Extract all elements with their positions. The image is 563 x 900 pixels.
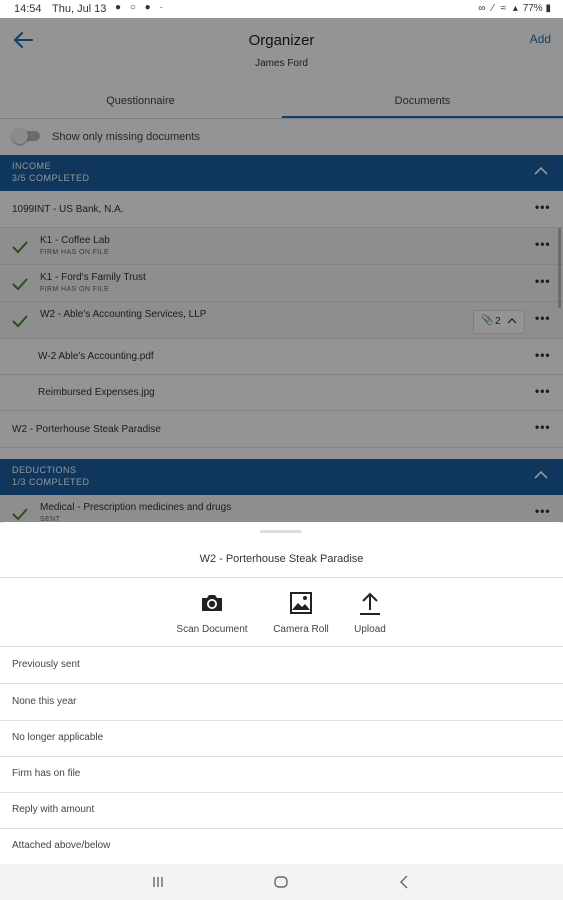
divider xyxy=(0,577,563,578)
option-label: Reply with amount xyxy=(12,804,95,815)
option-label: No longer applicable xyxy=(12,732,104,743)
image-icon xyxy=(290,592,312,614)
status-bar: 14:54 Thu, Jul 13 ● ○ ● · ∞ ⁄ ≈ ▴ 77% ▮ xyxy=(0,0,563,18)
option-label: Attached above/below xyxy=(12,840,111,851)
option-attached-above-below[interactable]: Attached above/below xyxy=(0,828,563,864)
upload-bottom-sheet: W2 - Porterhouse Steak Paradise Scan Doc… xyxy=(0,522,563,864)
notification-icons: ● ○ ● · xyxy=(115,2,166,13)
option-label: Previously sent xyxy=(12,659,80,670)
modal-scrim[interactable] xyxy=(0,18,563,522)
option-none-this-year[interactable]: None this year xyxy=(0,684,563,721)
option-no-longer-applicable[interactable]: No longer applicable xyxy=(0,720,563,757)
battery-level: 77% xyxy=(522,3,543,14)
status-date: Thu, Jul 13 xyxy=(52,3,107,15)
recent-apps-icon[interactable] xyxy=(150,874,166,890)
drag-handle[interactable] xyxy=(260,530,302,533)
upload-icon xyxy=(360,592,380,615)
status-right: ∞ ⁄ ≈ ▴ 77% ▮ xyxy=(478,3,551,14)
status-time: 14:54 xyxy=(14,3,42,15)
option-label: Firm has on file xyxy=(12,768,81,779)
action-label: Upload xyxy=(354,624,386,635)
system-nav-bar xyxy=(0,864,563,900)
battery-icon: ▮ xyxy=(545,3,551,14)
sheet-title: W2 - Porterhouse Steak Paradise xyxy=(199,553,364,565)
signal-icons: ∞ ⁄ ≈ ▴ xyxy=(478,3,520,14)
action-label: Scan Document xyxy=(176,624,248,635)
option-label: None this year xyxy=(12,696,77,707)
home-icon[interactable] xyxy=(273,874,289,890)
upload-button[interactable]: Upload xyxy=(320,590,420,635)
option-reply-with-amount[interactable]: Reply with amount xyxy=(0,792,563,829)
option-previously-sent[interactable]: Previously sent xyxy=(0,647,563,684)
option-firm-has-on-file[interactable]: Firm has on file xyxy=(0,756,563,793)
scan-document-button[interactable]: Scan Document xyxy=(162,590,262,635)
camera-icon xyxy=(202,595,222,611)
back-icon[interactable] xyxy=(397,874,413,890)
